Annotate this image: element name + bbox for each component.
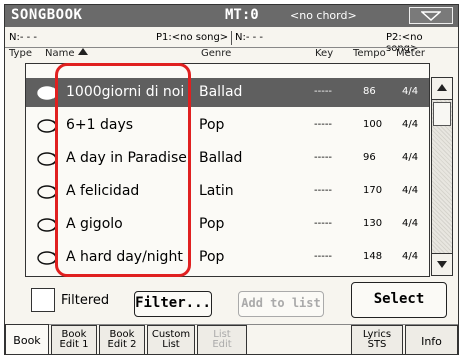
tab-book-edit-2[interactable]: Book Edit 2 [99, 325, 145, 354]
page-menu-button[interactable] [409, 7, 453, 24]
player-status-bar: N:- - - P1:<no song> N:- - - P2:<no song… [5, 29, 458, 54]
song-tempo: 130 [363, 218, 383, 229]
song-meter: 4/4 [402, 251, 419, 262]
song-name: A felicidad [66, 183, 140, 199]
song-key: ----- [314, 185, 333, 196]
add-to-list-button[interactable]: Add to list [238, 291, 324, 317]
filtered-label: Filtered [61, 293, 110, 308]
song-name: 1000giorni di noi [66, 84, 185, 100]
song-meter: 4/4 [402, 86, 419, 97]
song-name: A hard day/night [66, 249, 183, 265]
song-tempo: 100 [363, 119, 383, 130]
mt-indicator: MT:0 [225, 7, 259, 23]
tab-label-line2: Edit 1 [59, 339, 89, 350]
song-row[interactable]: 6+1 days Pop ----- 100 4/4 [26, 111, 429, 140]
col-tempo[interactable]: Tempo [353, 48, 386, 59]
songbook-window: SONGBOOK MT:0 <no chord> N:- - - P1:<no … [4, 4, 459, 355]
song-disc-icon [37, 251, 58, 265]
tab-list-edit[interactable]: List Edit [197, 325, 247, 354]
song-disc-icon [37, 185, 58, 199]
song-genre: Ballad [199, 150, 243, 166]
song-meter: 4/4 [402, 185, 419, 196]
song-meter: 4/4 [402, 119, 419, 130]
arrow-down-icon [437, 261, 447, 268]
song-tempo: 170 [363, 185, 383, 196]
song-genre: Latin [199, 183, 234, 199]
app-title: SONGBOOK [11, 7, 83, 23]
tab-custom-list[interactable]: Custom List [147, 325, 195, 354]
song-row[interactable]: A day in Paradise Ballad ----- 96 4/4 [26, 144, 429, 173]
player1-song: P1:<no song> [156, 32, 229, 43]
song-key: ----- [314, 119, 333, 130]
col-name[interactable]: Name [45, 48, 88, 59]
song-key: ----- [314, 152, 333, 163]
song-disc-icon [37, 218, 58, 232]
filter-button[interactable]: Filter... [134, 291, 212, 317]
song-key: ----- [314, 218, 333, 229]
col-name-label: Name [45, 48, 75, 59]
song-genre: Ballad [199, 84, 243, 100]
sort-ascending-icon [77, 48, 88, 55]
player1-name: N:- - - [9, 32, 38, 43]
arrow-up-icon [437, 84, 447, 91]
song-name: 6+1 days [66, 117, 134, 133]
song-list: 1000giorni di noi Ballad ----- 86 4/4 6+1 day… [25, 63, 430, 277]
song-tempo: 148 [363, 251, 383, 262]
title-bar: SONGBOOK MT:0 <no chord> [5, 5, 458, 27]
col-type[interactable]: Type [9, 48, 32, 59]
tab-label-line2: List [162, 339, 180, 350]
song-key: ----- [314, 251, 333, 262]
song-tempo: 86 [363, 86, 376, 97]
select-button[interactable]: Select [351, 282, 447, 318]
tab-label-line1: Info [421, 335, 442, 348]
col-key[interactable]: Key [315, 48, 333, 59]
song-genre: Pop [199, 117, 225, 133]
tab-bar: Book Book Edit 1 Book Edit 2 Custom List List Ed… [5, 324, 458, 354]
song-genre: Pop [199, 249, 225, 265]
column-header: Type Name Genre Key Tempo Meter [5, 48, 458, 62]
song-row[interactable]: A hard day/night Pop ----- 148 4/4 [26, 243, 429, 272]
tab-label-line2: Edit 2 [107, 339, 137, 350]
menu-triangle-icon [421, 11, 441, 21]
song-meter: 4/4 [402, 152, 419, 163]
song-name: A day in Paradise [66, 150, 187, 166]
tab-label-line1: Book [13, 334, 41, 347]
col-meter[interactable]: Meter [396, 48, 425, 59]
filtered-checkbox[interactable] [31, 288, 55, 312]
list-scrollbar[interactable] [431, 77, 453, 276]
scroll-up-button[interactable] [432, 78, 452, 100]
tab-book-edit-1[interactable]: Book Edit 1 [51, 325, 97, 354]
song-disc-icon [37, 152, 58, 166]
col-genre[interactable]: Genre [201, 48, 231, 59]
song-row[interactable]: A felicidad Latin ----- 170 4/4 [26, 177, 429, 206]
song-disc-icon [37, 86, 58, 100]
song-name: A gigolo [66, 216, 123, 232]
scroll-thumb[interactable] [433, 102, 451, 126]
song-row[interactable]: A gigolo Pop ----- 130 4/4 [26, 210, 429, 239]
scroll-down-button[interactable] [432, 253, 452, 275]
song-tempo: 96 [363, 152, 376, 163]
song-disc-icon [37, 119, 58, 133]
tab-label-line2: STS [367, 339, 387, 350]
tab-lyrics-sts[interactable]: Lyrics STS [351, 325, 403, 354]
tab-info[interactable]: Info [405, 325, 458, 354]
song-genre: Pop [199, 216, 225, 232]
player2-name: N:- - - [235, 32, 264, 43]
song-key: ----- [314, 86, 333, 97]
tab-book[interactable]: Book [5, 324, 49, 354]
song-meter: 4/4 [402, 218, 419, 229]
chord-display: <no chord> [290, 9, 357, 22]
player-divider [231, 31, 232, 45]
tab-label-line2: Edit [212, 339, 232, 350]
song-row[interactable]: 1000giorni di noi Ballad ----- 86 4/4 [26, 78, 429, 107]
